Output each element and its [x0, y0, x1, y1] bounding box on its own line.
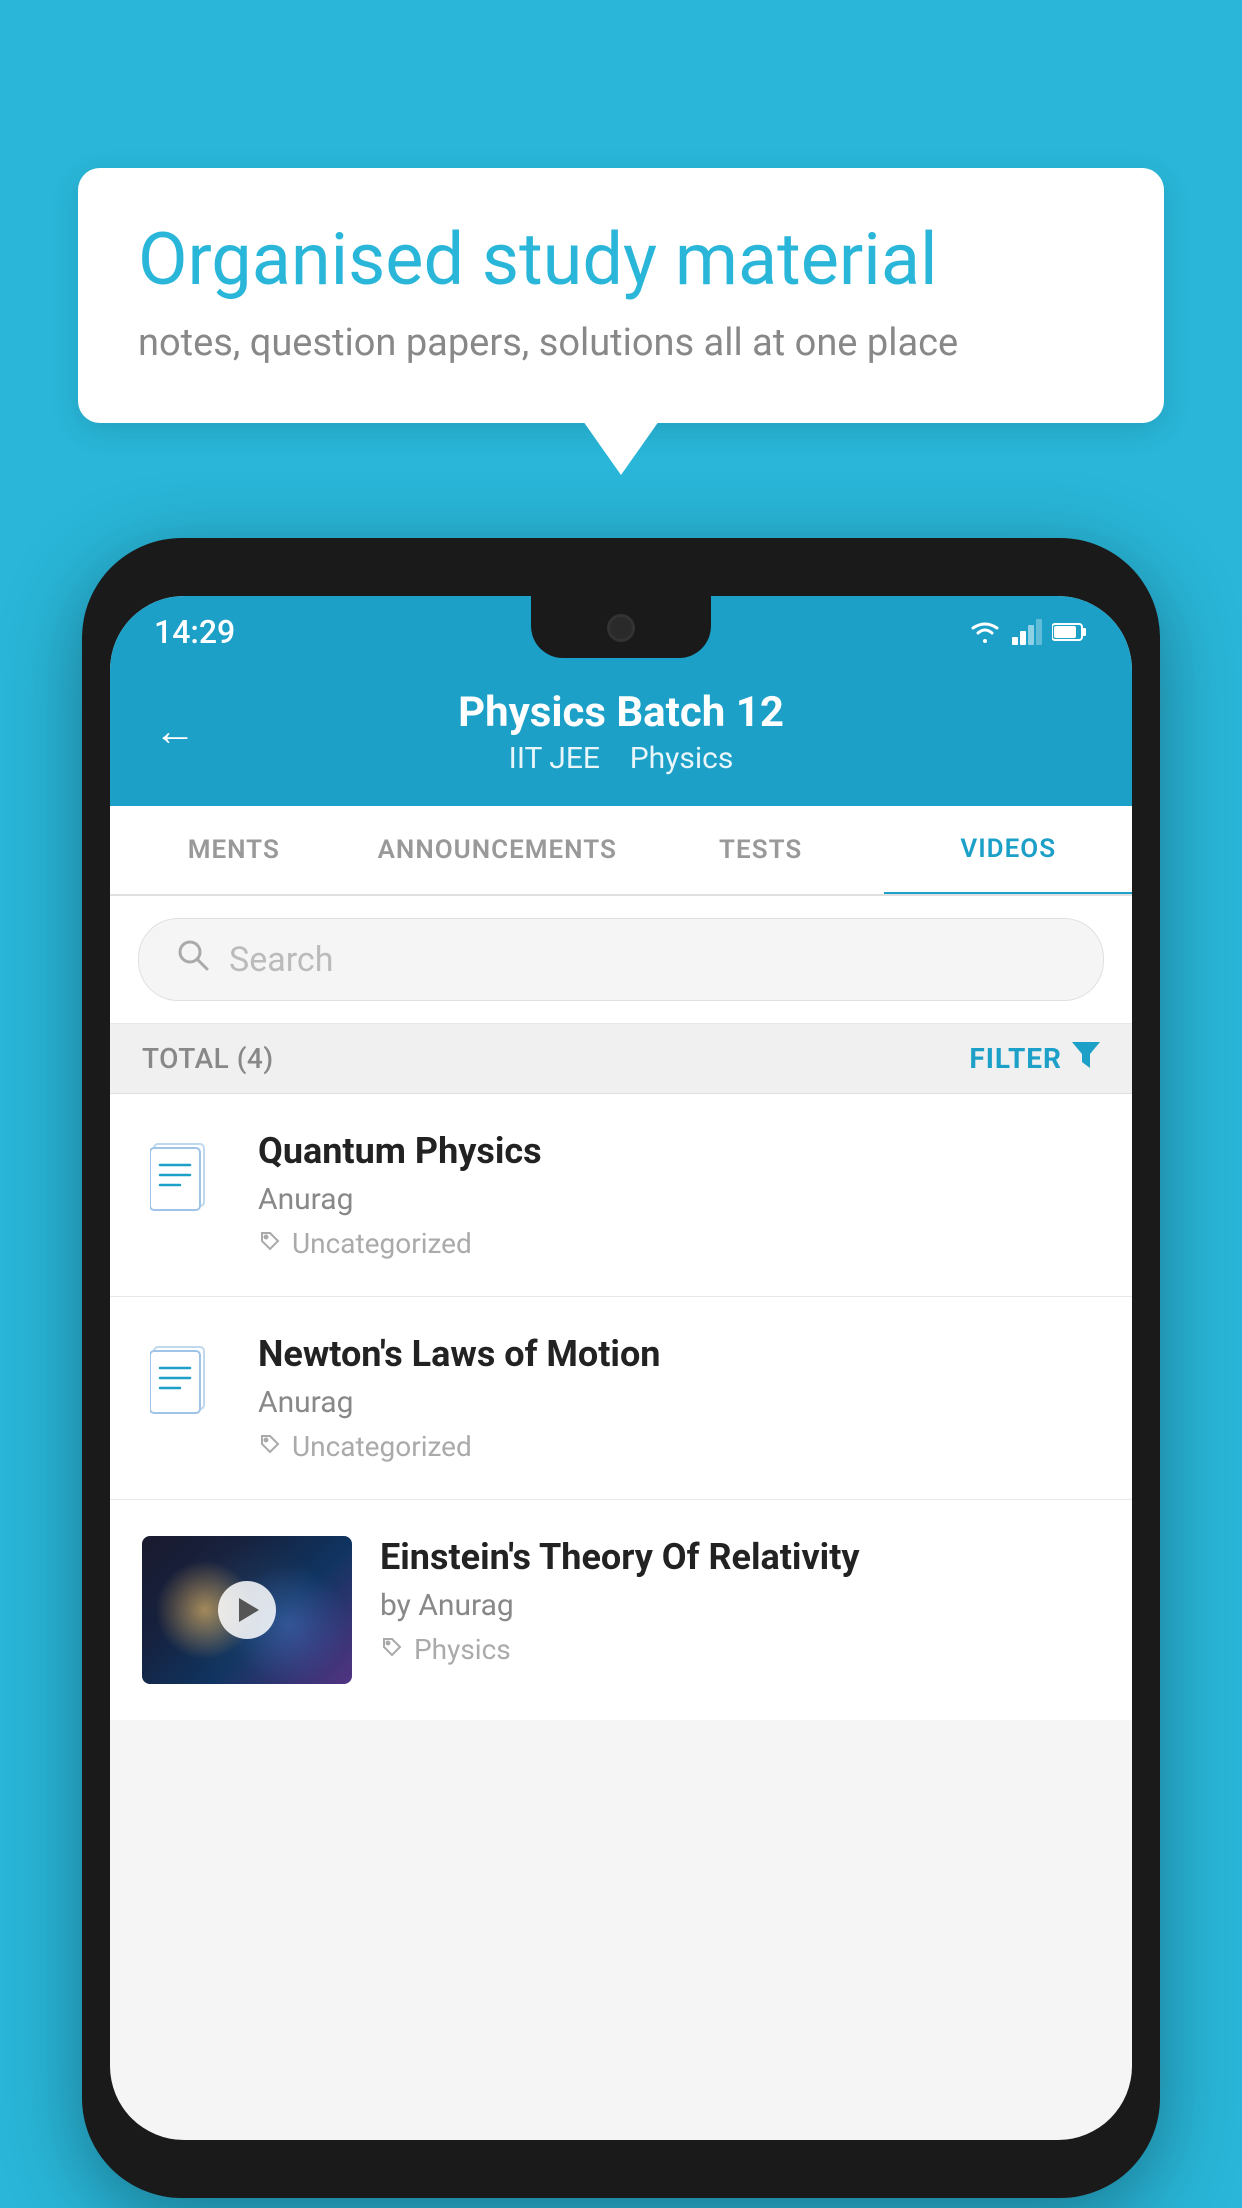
file-icon	[142, 1339, 230, 1427]
video-info: Einstein's Theory Of Relativity by Anura…	[380, 1536, 1100, 1666]
signal-icon	[1012, 619, 1042, 645]
tag-label: Physics	[414, 1633, 511, 1666]
list-item[interactable]: Einstein's Theory Of Relativity by Anura…	[110, 1500, 1132, 1720]
batch-title: Physics Batch 12	[226, 688, 1016, 737]
video-title: Quantum Physics	[258, 1130, 1100, 1172]
video-title: Einstein's Theory Of Relativity	[380, 1536, 1100, 1578]
search-placeholder: Search	[229, 940, 333, 980]
subtitle-part2: Physics	[630, 741, 734, 776]
bubble-title: Organised study material	[138, 220, 1104, 299]
search-icon	[175, 937, 211, 982]
play-button[interactable]	[218, 1581, 276, 1639]
video-tag: Physics	[380, 1633, 1100, 1666]
tab-announcements[interactable]: ANNOUNCEMENTS	[358, 807, 637, 893]
phone-frame: 14:29	[82, 538, 1160, 2198]
total-count: TOTAL (4)	[142, 1042, 274, 1075]
app-header: ← Physics Batch 12 IIT JEE Physics	[110, 668, 1132, 806]
video-author: Anurag	[258, 1182, 1100, 1217]
bubble-subtitle: notes, question papers, solutions all at…	[138, 321, 1104, 365]
wifi-icon	[968, 619, 1002, 645]
video-author: by Anurag	[380, 1588, 1100, 1623]
tabs-bar: MENTS ANNOUNCEMENTS TESTS VIDEOS	[110, 806, 1132, 896]
phone-screen: 14:29	[110, 596, 1132, 2140]
filter-label: FILTER	[969, 1042, 1062, 1075]
tag-icon	[258, 1227, 282, 1260]
status-time: 14:29	[154, 613, 235, 651]
play-triangle-icon	[239, 1598, 259, 1622]
search-bar-container: Search	[110, 896, 1132, 1024]
battery-icon	[1052, 622, 1088, 642]
speech-bubble: Organised study material notes, question…	[78, 168, 1164, 423]
filter-icon	[1072, 1042, 1100, 1075]
back-button[interactable]: ←	[154, 711, 196, 753]
camera	[607, 614, 635, 642]
video-author: Anurag	[258, 1385, 1100, 1420]
search-bar[interactable]: Search	[138, 918, 1104, 1001]
video-title: Newton's Laws of Motion	[258, 1333, 1100, 1375]
video-thumbnail	[142, 1536, 352, 1684]
video-tag: Uncategorized	[258, 1227, 1100, 1260]
list-item[interactable]: Quantum Physics Anurag Uncategorized	[110, 1094, 1132, 1297]
filter-button[interactable]: FILTER	[969, 1042, 1100, 1075]
header-text: Physics Batch 12 IIT JEE Physics	[226, 688, 1016, 776]
video-list: Quantum Physics Anurag Uncategorized	[110, 1094, 1132, 1720]
tag-label: Uncategorized	[292, 1227, 472, 1260]
batch-subtitle: IIT JEE Physics	[226, 741, 1016, 776]
tag-label: Uncategorized	[292, 1430, 472, 1463]
status-icons	[968, 619, 1088, 645]
tab-tests[interactable]: TESTS	[637, 807, 885, 893]
file-icon	[142, 1136, 230, 1224]
video-info: Quantum Physics Anurag Uncategorized	[258, 1130, 1100, 1260]
list-item[interactable]: Newton's Laws of Motion Anurag Uncategor…	[110, 1297, 1132, 1500]
tag-icon	[258, 1430, 282, 1463]
tab-videos[interactable]: VIDEOS	[884, 806, 1132, 896]
filter-bar: TOTAL (4) FILTER	[110, 1024, 1132, 1094]
tab-ments[interactable]: MENTS	[110, 807, 358, 893]
video-info: Newton's Laws of Motion Anurag Uncategor…	[258, 1333, 1100, 1463]
tag-icon	[380, 1633, 404, 1666]
notch	[531, 596, 711, 658]
video-tag: Uncategorized	[258, 1430, 1100, 1463]
subtitle-part1: IIT JEE	[509, 741, 600, 776]
